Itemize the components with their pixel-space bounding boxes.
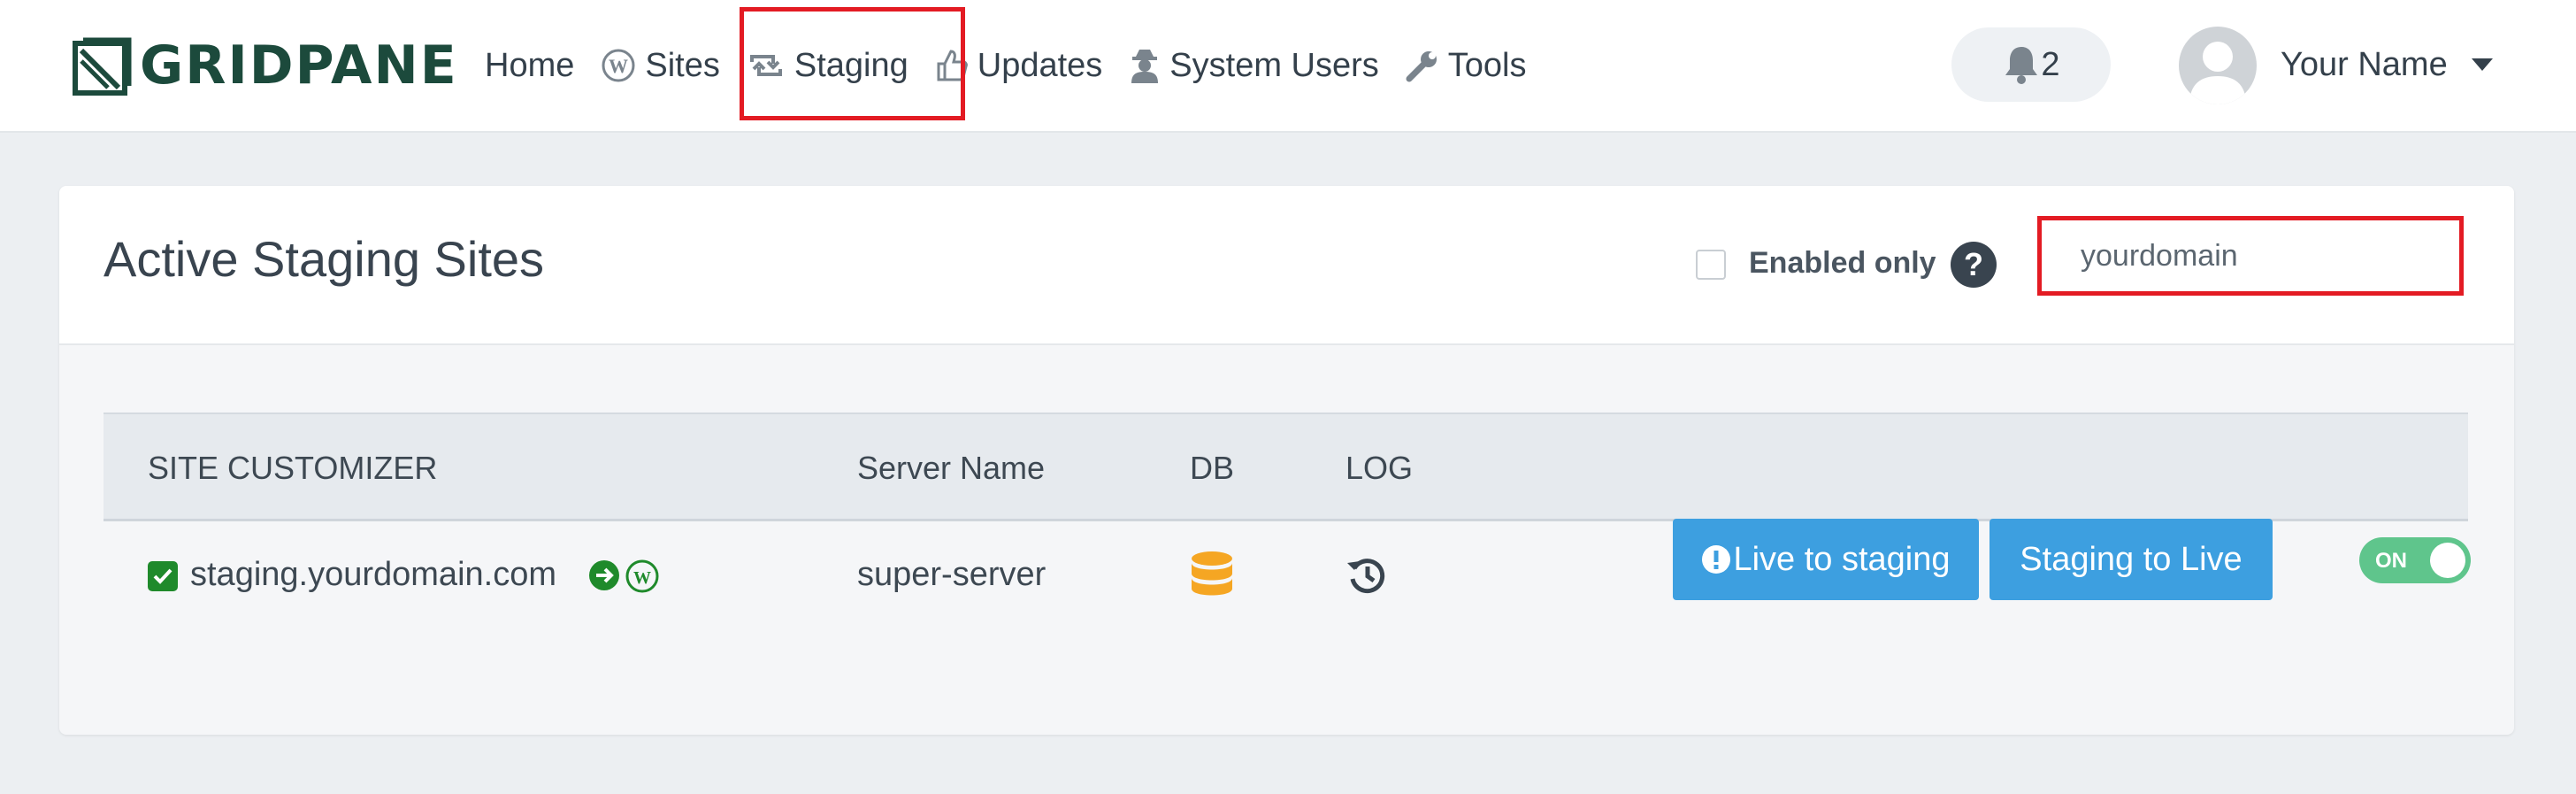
table-header: SITE CUSTOMIZER Server Name DB LOG bbox=[104, 412, 2468, 521]
gridpane-logo[interactable]: GRIDPANE bbox=[73, 32, 458, 99]
enabled-only-checkbox[interactable] bbox=[1696, 250, 1726, 280]
nav-label: Tools bbox=[1447, 46, 1527, 84]
nav-label: Updates bbox=[977, 46, 1103, 84]
svg-text:W: W bbox=[633, 568, 651, 588]
checked-square-icon bbox=[148, 561, 178, 591]
user-secret-icon bbox=[1131, 50, 1159, 83]
live-to-staging-button[interactable]: Live to staging bbox=[1673, 519, 1979, 600]
toggle-knob bbox=[2430, 543, 2465, 578]
avatar[interactable] bbox=[2179, 27, 2257, 104]
notification-count: 2 bbox=[2041, 45, 2060, 83]
nav-label: Home bbox=[485, 46, 575, 84]
nav-item-sites[interactable]: W Sites bbox=[601, 34, 720, 97]
svg-text:W: W bbox=[609, 55, 628, 77]
nav-item-system-users[interactable]: System Users bbox=[1129, 34, 1379, 97]
toggle-label: ON bbox=[2375, 549, 2407, 573]
button-label: Staging to Live bbox=[2020, 540, 2242, 578]
column-header-site-customizer[interactable]: SITE CUSTOMIZER bbox=[148, 450, 437, 487]
notifications-button[interactable]: 2 bbox=[1951, 27, 2111, 102]
database-icon[interactable] bbox=[1190, 551, 1234, 602]
site-domain-link[interactable]: staging.yourdomain.com bbox=[190, 556, 556, 594]
wrench-icon bbox=[1406, 51, 1437, 82]
server-name: super-server bbox=[857, 556, 1046, 593]
bell-icon bbox=[2005, 47, 2038, 84]
nav-item-home[interactable]: Home bbox=[485, 34, 574, 97]
staging-enabled-toggle[interactable]: ON bbox=[2359, 537, 2471, 583]
arrow-circle-right-icon[interactable] bbox=[588, 559, 620, 591]
chevron-down-icon[interactable] bbox=[2472, 58, 2493, 71]
search-highlight-box bbox=[2036, 218, 2472, 308]
logo-wordmark: GRIDPANE bbox=[140, 35, 458, 96]
column-header-server-name[interactable]: Server Name bbox=[857, 450, 1045, 487]
nav-item-tools[interactable]: Tools bbox=[1406, 34, 1527, 97]
column-header-db[interactable]: DB bbox=[1190, 450, 1234, 487]
nav-label: Sites bbox=[645, 46, 720, 84]
enabled-only-label: Enabled only bbox=[1749, 246, 1936, 280]
staging-highlight-box bbox=[740, 7, 965, 120]
table-row: staging.yourdomain.com W super-server Li… bbox=[104, 519, 2471, 643]
history-icon[interactable] bbox=[1346, 554, 1388, 597]
default-user-icon bbox=[2189, 42, 2246, 104]
main-nav: Home W Sites Staging Updates System User… bbox=[485, 34, 1553, 97]
button-label: Live to staging bbox=[1733, 540, 1951, 578]
exclamation-circle-icon bbox=[1702, 545, 1731, 574]
user-name[interactable]: Your Name bbox=[2281, 46, 2448, 84]
column-header-log[interactable]: LOG bbox=[1346, 450, 1413, 487]
wordpress-icon[interactable]: W bbox=[625, 559, 659, 593]
gridpane-logo-mark-icon bbox=[73, 37, 132, 96]
wordpress-icon: W bbox=[602, 49, 635, 82]
nav-label: System Users bbox=[1169, 46, 1379, 84]
staging-to-live-button[interactable]: Staging to Live bbox=[1990, 519, 2273, 600]
page-title: Active Staging Sites bbox=[104, 231, 545, 287]
top-navbar: GRIDPANE Home W Sites Staging Updates Sy… bbox=[0, 0, 2576, 133]
help-icon[interactable]: ? bbox=[1951, 242, 1997, 288]
